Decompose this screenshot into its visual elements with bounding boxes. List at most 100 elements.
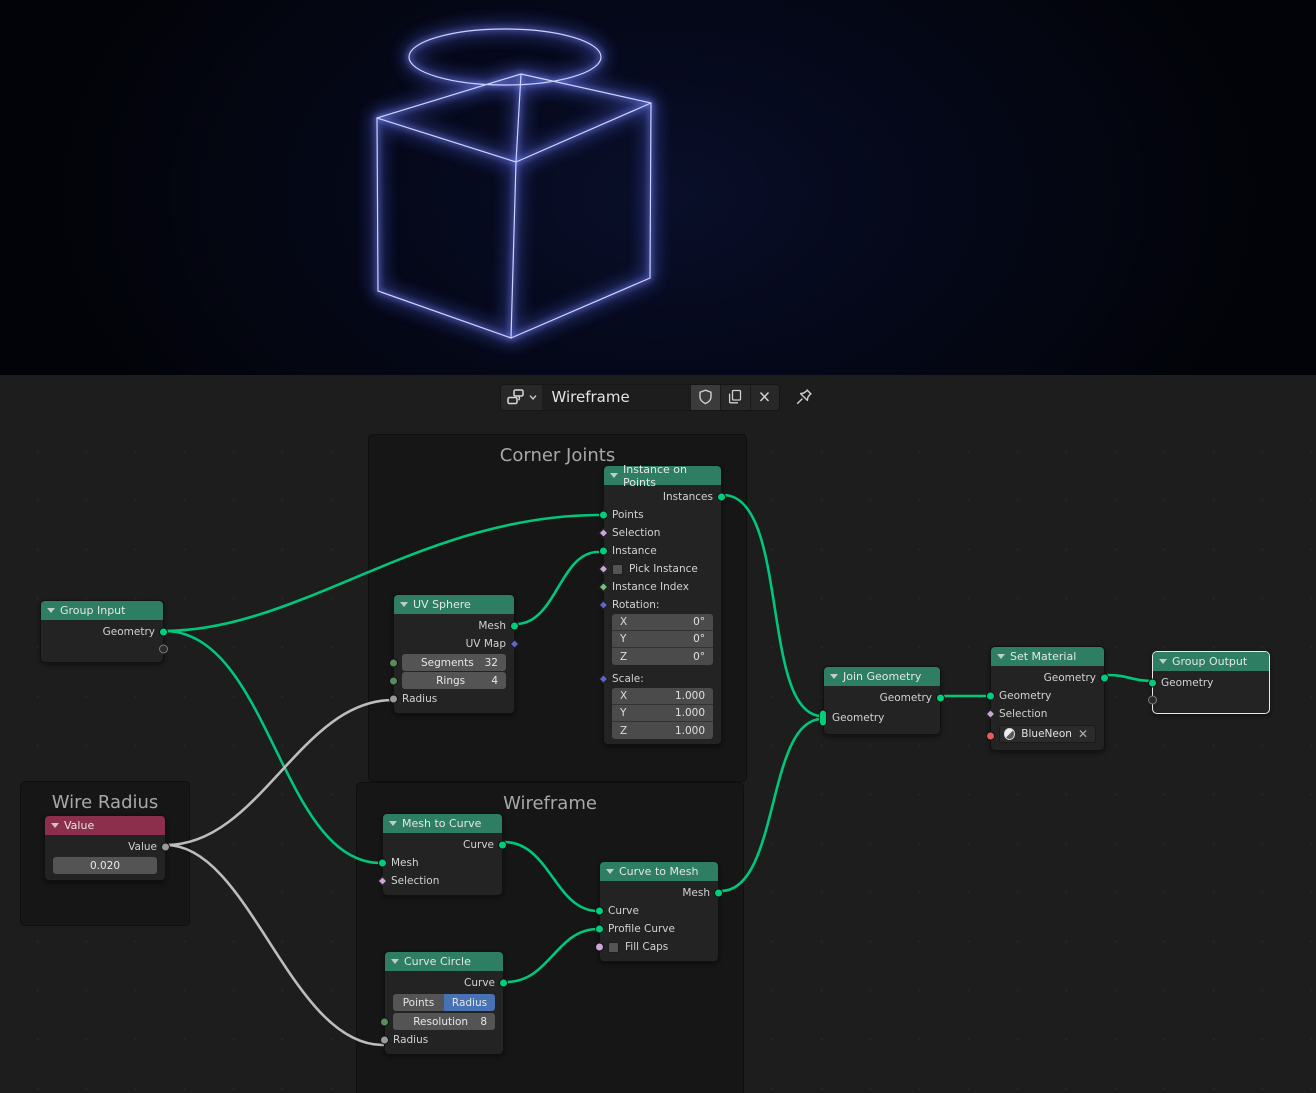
node-set-material[interactable]: Set Material Geometry Geometry Selection… (985, 646, 1109, 751)
socket-geometry-multi-in[interactable] (819, 709, 827, 727)
node-header[interactable]: Value (45, 816, 165, 835)
output-virtual-socket[interactable] (41, 641, 168, 657)
input-geometry[interactable]: Geometry (986, 687, 1104, 705)
node-header[interactable]: Mesh to Curve (383, 814, 502, 833)
material-clear-button[interactable]: ✕ (1078, 727, 1091, 741)
socket-virtual-in[interactable] (1148, 695, 1157, 705)
node-header[interactable]: Group Output (1153, 652, 1269, 671)
socket-mesh-in[interactable] (378, 858, 387, 868)
input-curve[interactable]: Curve (595, 902, 718, 920)
socket-selection-in[interactable] (377, 876, 388, 886)
socket-profile-curve-in[interactable] (595, 924, 604, 934)
unlink-nodetree-button[interactable] (749, 383, 780, 411)
socket-instances-out[interactable] (717, 492, 726, 502)
node-tree-selector[interactable]: Wireframe (499, 383, 817, 411)
node-header[interactable]: Curve to Mesh (600, 862, 718, 881)
node-instance-on-points[interactable]: Instance on Points Instances Points Sele… (598, 463, 726, 745)
pick-instance-checkbox[interactable] (612, 563, 623, 575)
socket-pick-instance-in[interactable] (598, 564, 609, 574)
socket-curve-in[interactable] (595, 906, 604, 916)
node-mesh-to-curve[interactable]: Mesh to Curve Curve Mesh Selection (377, 813, 507, 896)
input-scale[interactable]: Scale: (598, 670, 721, 688)
socket-rotation-in[interactable] (598, 600, 609, 610)
socket-rings-in[interactable] (389, 676, 398, 686)
input-radius[interactable]: Radius (380, 1031, 503, 1049)
collapse-triangle-icon[interactable] (830, 674, 838, 679)
input-points[interactable]: Points (599, 506, 721, 524)
pin-button[interactable] (791, 384, 817, 411)
socket-mesh-out[interactable] (714, 888, 723, 898)
socket-fill-caps-in[interactable] (595, 942, 604, 952)
node-value[interactable]: Value Value 0.020 (44, 815, 170, 881)
rotation-z-field[interactable]: Z 0° (612, 648, 713, 665)
node-header[interactable]: Join Geometry (824, 667, 940, 686)
node-tree-name-input[interactable]: Wireframe (541, 383, 690, 411)
node-header[interactable]: Curve Circle (385, 952, 503, 971)
node-header[interactable]: Group Input (41, 601, 163, 620)
mode-option-radius[interactable]: Radius (444, 994, 495, 1011)
socket-geometry-out[interactable] (159, 627, 168, 637)
new-nodetree-copy-button[interactable] (719, 383, 750, 411)
socket-uvmap-out[interactable] (509, 639, 520, 649)
node-uv-sphere[interactable]: UV Sphere Mesh UV Map Segments 32 Rings … (389, 594, 520, 714)
input-virtual-socket[interactable] (1148, 692, 1269, 708)
curve-circle-mode-toggle[interactable]: Points Radius (393, 994, 495, 1011)
node-group-input[interactable]: Group Input Geometry (40, 600, 168, 663)
node-curve-circle[interactable]: Curve Circle Curve Points Radius Resolut… (380, 951, 508, 1055)
input-instance[interactable]: Instance (599, 542, 721, 560)
output-geometry[interactable]: Geometry (41, 623, 168, 641)
material-field[interactable]: BlueNeon ✕ (999, 725, 1096, 743)
input-profile-curve[interactable]: Profile Curve (595, 920, 718, 938)
input-geometry-multi[interactable]: Geometry (819, 707, 940, 729)
output-geometry[interactable]: Geometry (991, 669, 1109, 687)
input-mesh[interactable]: Mesh (378, 854, 502, 872)
input-instance-index[interactable]: Instance Index (598, 578, 721, 596)
fake-user-button[interactable] (689, 383, 720, 411)
output-geometry[interactable]: Geometry (824, 689, 945, 707)
socket-selection-in[interactable] (985, 709, 996, 719)
socket-resolution-in[interactable] (380, 1017, 389, 1027)
node-tree-id-block[interactable] (499, 383, 542, 411)
output-curve[interactable]: Curve (383, 836, 507, 854)
socket-instance-index-in[interactable] (598, 582, 609, 592)
socket-geometry-in[interactable] (986, 691, 995, 701)
socket-geometry-out[interactable] (936, 693, 945, 703)
collapse-triangle-icon[interactable] (610, 473, 618, 478)
viewport-3d-preview[interactable] (0, 0, 1316, 375)
rings-field[interactable]: Rings 4 (402, 672, 506, 689)
socket-mesh-out[interactable] (510, 621, 519, 631)
input-selection[interactable]: Selection (985, 705, 1104, 723)
socket-geometry-in[interactable] (1148, 678, 1157, 688)
output-mesh[interactable]: Mesh (600, 884, 723, 902)
node-header[interactable]: UV Sphere (394, 595, 514, 614)
output-mesh[interactable]: Mesh (394, 617, 519, 635)
socket-points-in[interactable] (599, 510, 608, 520)
collapse-triangle-icon[interactable] (391, 959, 399, 964)
socket-segments-in[interactable] (389, 658, 398, 668)
socket-radius-in[interactable] (389, 694, 398, 704)
socket-instance-in[interactable] (599, 546, 608, 556)
rotation-y-field[interactable]: Y 0° (612, 631, 713, 648)
input-selection[interactable]: Selection (377, 872, 502, 890)
input-pick-instance[interactable]: Pick Instance (598, 560, 721, 578)
input-selection[interactable]: Selection (598, 524, 721, 542)
value-field[interactable]: 0.020 (53, 857, 157, 874)
socket-virtual-out[interactable] (159, 644, 168, 654)
socket-material-in[interactable] (986, 731, 995, 741)
node-header[interactable]: Set Material (991, 647, 1104, 666)
node-editor-canvas[interactable]: Corner Joints Wireframe Wire Radius Grou… (0, 419, 1316, 1093)
mode-option-points[interactable]: Points (393, 994, 444, 1011)
collapse-triangle-icon[interactable] (1159, 659, 1167, 664)
scale-x-field[interactable]: X 1.000 (612, 688, 713, 705)
collapse-triangle-icon[interactable] (997, 654, 1005, 659)
scale-y-field[interactable]: Y 1.000 (612, 705, 713, 722)
socket-curve-out[interactable] (499, 978, 508, 988)
segments-field[interactable]: Segments 32 (402, 654, 506, 671)
socket-curve-out[interactable] (498, 840, 507, 850)
input-radius[interactable]: Radius (389, 690, 514, 708)
output-instances[interactable]: Instances (604, 488, 726, 506)
socket-value-out[interactable] (161, 842, 170, 852)
socket-geometry-out[interactable] (1100, 673, 1109, 683)
node-group-output[interactable]: Group Output Geometry (1148, 651, 1270, 714)
node-join-geometry[interactable]: Join Geometry Geometry Geometry (819, 666, 945, 735)
